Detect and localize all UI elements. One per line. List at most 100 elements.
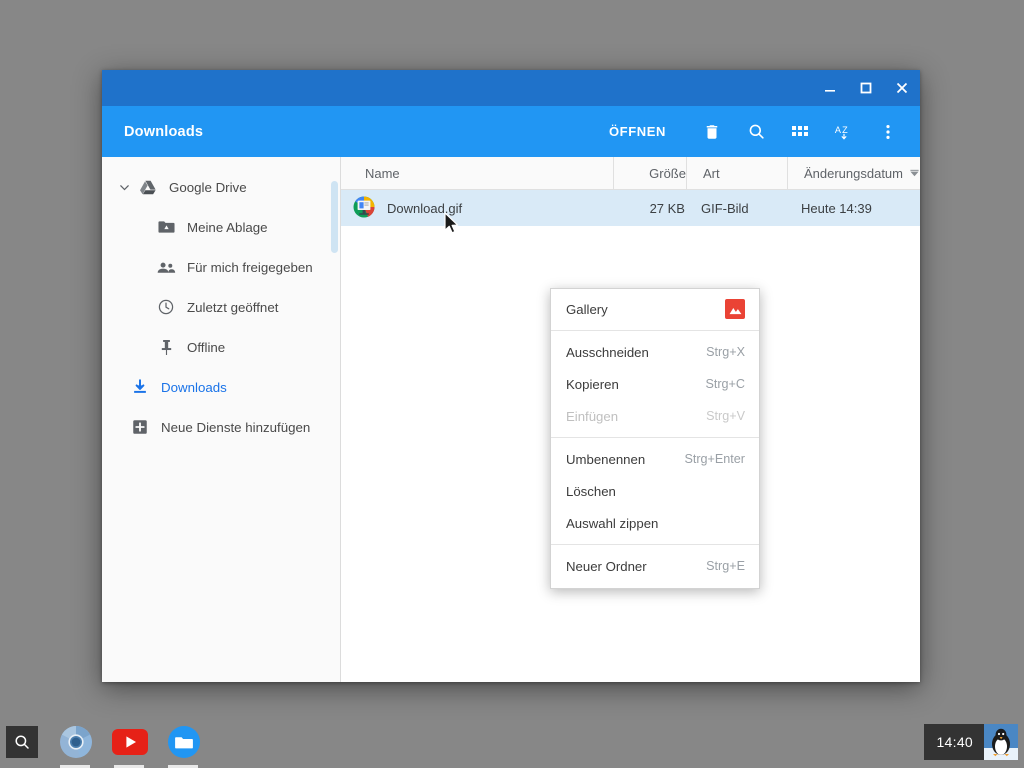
menu-item-label: Kopieren (566, 376, 619, 392)
gallery-app-icon (725, 299, 745, 319)
youtube-icon (112, 729, 148, 755)
svg-text:A: A (835, 124, 842, 134)
menu-item-label: Ausschneiden (566, 344, 649, 360)
files-window: Downloads ÖFFNEN A Z Google Drive Meine … (102, 70, 920, 682)
sidebar-item-downloads[interactable]: Downloads (102, 367, 340, 407)
sidebar: Google Drive Meine Ablage Für mich freig… (102, 157, 341, 682)
menu-item-label: Umbenennen (566, 451, 646, 467)
maximize-button[interactable] (848, 70, 884, 106)
menu-item-shortcut: Strg+C (705, 377, 745, 391)
sidebar-item-label: Neue Dienste hinzufügen (161, 419, 311, 435)
menu-item-ausschneiden[interactable]: Ausschneiden Strg+X (551, 336, 759, 368)
context-menu: Gallery Ausschneiden Strg+X Kopieren Str… (550, 288, 760, 589)
sidebar-item-fuer-mich-freigegeben[interactable]: Für mich freigegeben (102, 247, 340, 287)
clock-icon (154, 299, 178, 315)
menu-item-umbenennen[interactable]: Umbenennen Strg+Enter (551, 443, 759, 475)
column-header-size[interactable]: Größe (614, 166, 686, 181)
my-drive-folder-icon (154, 220, 178, 234)
shelf-app-chromium[interactable] (58, 724, 94, 760)
sidebar-item-meine-ablage[interactable]: Meine Ablage (102, 207, 340, 247)
files-app-icon (168, 726, 200, 758)
shelf: 14:40 (0, 715, 1024, 768)
menu-item-einfuegen: Einfügen Strg+V (551, 400, 759, 432)
add-service-icon (128, 419, 152, 435)
menu-item-label: Einfügen (566, 408, 619, 424)
file-list-header: Name Größe Art Änderungsdatum (340, 157, 920, 190)
menu-item-label: Gallery (566, 301, 608, 317)
more-vertical-icon (886, 124, 890, 139)
chromium-icon (60, 726, 92, 758)
file-name: Download.gif (386, 200, 463, 216)
menu-item-shortcut: Strg+E (706, 559, 745, 573)
sidebar-item-label: Offline (187, 339, 226, 355)
column-header-name[interactable]: Name (341, 166, 613, 181)
shelf-app-files[interactable] (166, 724, 202, 760)
sidebar-item-label: Downloads (161, 379, 227, 395)
sidebar-item-offline[interactable]: Offline (102, 327, 340, 367)
file-type: GIF-Bild (700, 200, 749, 216)
pin-icon (154, 339, 178, 356)
menu-item-shortcut: Strg+X (706, 345, 745, 359)
sidebar-item-label: Google Drive (169, 179, 247, 195)
desktop: Downloads ÖFFNEN A Z Google Drive Meine … (0, 0, 1024, 768)
menu-item-auswahl-zippen[interactable]: Auswahl zippen (551, 507, 759, 539)
minimize-button[interactable] (812, 70, 848, 106)
file-date: Heute 14:39 (800, 200, 872, 216)
column-header-date[interactable]: Änderungsdatum (788, 166, 920, 181)
menu-divider (551, 544, 759, 545)
menu-item-shortcut: Strg+V (706, 409, 745, 423)
delete-button[interactable] (690, 112, 734, 152)
grid-view-icon (792, 125, 808, 136)
gif-image-thumbnail-icon (351, 195, 377, 221)
search-icon (749, 124, 764, 139)
sidebar-item-google-drive[interactable]: Google Drive (102, 167, 340, 207)
shelf-app-youtube[interactable] (112, 724, 148, 760)
menu-item-gallery[interactable]: Gallery (551, 293, 759, 325)
table-row[interactable]: Download.gif 27 KB GIF-Bild Heute 14:39 (340, 190, 920, 226)
sidebar-item-zuletzt-geoeffnet[interactable]: Zuletzt geöffnet (102, 287, 340, 327)
close-button[interactable] (884, 70, 920, 106)
launcher-button[interactable] (6, 726, 38, 758)
sidebar-item-label: Meine Ablage (187, 219, 268, 235)
menu-item-shortcut: Strg+Enter (684, 452, 745, 466)
download-icon (128, 379, 152, 395)
window-titlebar (102, 70, 920, 106)
menu-item-label: Löschen (566, 483, 616, 499)
sidebar-item-label: Zuletzt geöffnet (187, 299, 279, 315)
toolbar-actions: ÖFFNEN A Z (597, 112, 920, 152)
open-button[interactable]: ÖFFNEN (597, 112, 678, 152)
menu-item-kopieren[interactable]: Kopieren Strg+C (551, 368, 759, 400)
window-controls (812, 70, 920, 106)
google-drive-icon (136, 180, 160, 195)
view-mode-button[interactable] (778, 112, 822, 152)
clock: 14:40 (936, 734, 973, 750)
svg-text:Z: Z (842, 124, 848, 134)
menu-item-label: Neuer Ordner (566, 558, 647, 574)
file-name-cell: Download.gif (341, 195, 613, 221)
shared-people-icon (154, 261, 178, 274)
page-title: Downloads (124, 123, 204, 140)
chevron-down-icon[interactable] (116, 182, 132, 193)
menu-item-loeschen[interactable]: Löschen (551, 475, 759, 507)
more-options-button[interactable] (866, 112, 910, 152)
search-button[interactable] (734, 112, 778, 152)
menu-divider (551, 330, 759, 331)
column-header-date-label: Änderungsdatum (803, 165, 903, 181)
column-header-type[interactable]: Art (687, 166, 787, 181)
menu-item-neuer-ordner[interactable]: Neuer Ordner Strg+E (551, 550, 759, 582)
file-size: 27 KB (649, 200, 685, 216)
status-area[interactable]: 14:40 (924, 724, 1018, 760)
menu-item-label: Auswahl zippen (566, 515, 659, 531)
avatar[interactable] (984, 724, 1018, 760)
sort-descending-icon (909, 168, 920, 179)
penguin-avatar-icon (984, 724, 1018, 760)
sidebar-item-label: Für mich freigegeben (187, 259, 313, 275)
sort-button[interactable]: A Z (822, 112, 866, 152)
files-toolbar: Downloads ÖFFNEN A Z (102, 106, 920, 157)
search-icon (15, 735, 29, 749)
sidebar-scrollbar[interactable] (330, 181, 338, 253)
sidebar-item-neue-dienste-hinzufuegen[interactable]: Neue Dienste hinzufügen (102, 407, 340, 447)
sort-az-icon: A Z (835, 124, 848, 140)
window-body: Google Drive Meine Ablage Für mich freig… (102, 157, 920, 682)
trash-icon (706, 124, 718, 139)
